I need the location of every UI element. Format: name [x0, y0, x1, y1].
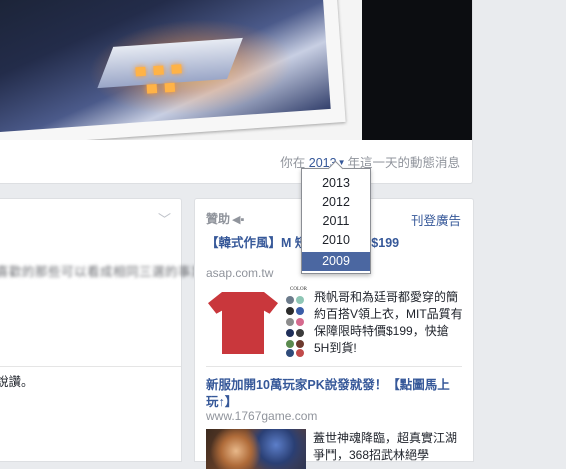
- post-divider: [0, 366, 181, 367]
- memory-card: 你在 2013▼ 年這一天的動態消息: [0, 0, 473, 184]
- ad-divider: [206, 366, 462, 367]
- create-ad-link[interactable]: 刊登廣告: [411, 210, 461, 229]
- color-swatch: [296, 296, 304, 304]
- color-swatch: [296, 307, 304, 315]
- post-card: ﹀ 喜歡的那些可以看成相同三選的事業 說讚。: [0, 198, 204, 462]
- shirt-image: [208, 292, 278, 354]
- photo-print: [0, 0, 346, 140]
- post-snippet: 說讚。: [0, 375, 34, 389]
- photo-window: [146, 83, 158, 94]
- chevron-down-icon[interactable]: ﹀: [158, 209, 171, 228]
- sponsored-label: 贊助: [206, 212, 231, 226]
- photo-image: [0, 0, 331, 133]
- photo-window: [164, 82, 176, 93]
- color-swatch: [296, 329, 304, 337]
- dropdown-option-2009[interactable]: 2009: [302, 252, 370, 271]
- memory-footer: 你在 2013▼ 年這一天的動態消息: [0, 140, 472, 183]
- memory-photo[interactable]: [0, 0, 472, 140]
- color-swatch: [286, 340, 294, 348]
- color-swatch: [296, 349, 304, 357]
- dropdown-option-2010[interactable]: 2010: [302, 231, 370, 250]
- ad-image-label: COLOR: [290, 287, 307, 292]
- dropdown-option-2013[interactable]: 2013: [302, 174, 370, 193]
- photo-window: [171, 64, 182, 74]
- ad-image-shirt[interactable]: COLOR: [206, 286, 308, 360]
- dropdown-option-2011[interactable]: 2011: [302, 212, 370, 231]
- color-swatch: [286, 307, 294, 315]
- color-swatch: [286, 296, 294, 304]
- color-swatch: [286, 318, 294, 326]
- photo-dark-area: [362, 0, 472, 140]
- color-swatch: [296, 318, 304, 326]
- dropdown-option-2012[interactable]: 2012: [302, 193, 370, 212]
- ad-description: 飛帆哥和為廷哥都愛穿的簡約百搭V領上衣，MIT品質有保障限時特價$199，快搶5…: [314, 290, 463, 355]
- ad-image-game[interactable]: [206, 429, 306, 469]
- color-swatch: [286, 349, 294, 357]
- year-dropdown-menu: 2013 2012 2011 2010 2009: [301, 168, 371, 274]
- ad-description: 蓋世神魂降臨，超真實江湖爭鬥，368招武林絕學: [313, 431, 458, 462]
- blurred-post-text: 喜歡的那些可以看成相同三選的事業: [0, 265, 205, 279]
- ad-url[interactable]: asap.com.tw: [206, 266, 273, 280]
- ad-title[interactable]: 新服加開10萬玩家PK說發就發！【點圖馬上玩↑】: [206, 377, 456, 411]
- photo-roof: [97, 37, 243, 89]
- megaphone-icon: ◀▪: [232, 214, 245, 226]
- photo-window: [153, 65, 164, 76]
- color-swatch: [286, 329, 294, 337]
- photo-window: [135, 66, 146, 77]
- color-swatch: [296, 340, 304, 348]
- ad-url[interactable]: www.1767game.com: [206, 409, 317, 423]
